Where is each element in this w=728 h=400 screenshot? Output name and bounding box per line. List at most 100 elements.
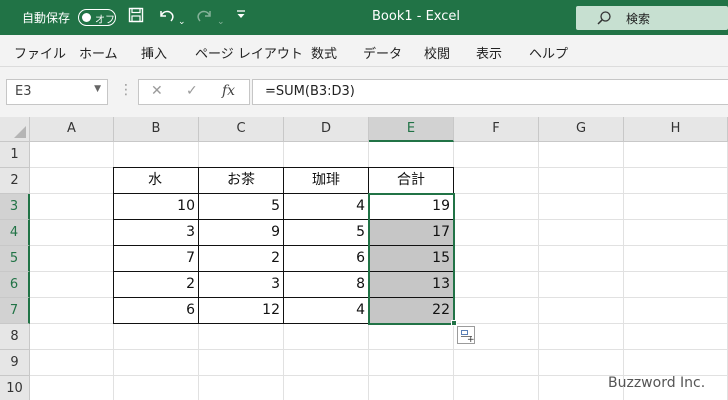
tab-formulas[interactable]: 数式	[311, 43, 337, 62]
cell-f7[interactable]	[454, 298, 539, 324]
tab-insert[interactable]: 挿入	[141, 43, 167, 62]
tab-view[interactable]: 表示	[476, 43, 502, 62]
cell-f9[interactable]	[454, 350, 539, 376]
cell-e10[interactable]	[369, 376, 454, 400]
cell-c10[interactable]	[199, 376, 284, 400]
cell-c9[interactable]	[199, 350, 284, 376]
column-header-a[interactable]: A	[30, 117, 114, 142]
row-header-3[interactable]: 3	[0, 194, 30, 220]
cell-g2[interactable]	[539, 168, 624, 194]
cell-d2[interactable]: 珈琲	[284, 168, 369, 194]
row-header-4[interactable]: 4	[0, 220, 30, 246]
cell-b7[interactable]: 6	[114, 298, 199, 324]
cell-g8[interactable]	[539, 324, 624, 350]
redo-icon[interactable]	[196, 7, 214, 28]
cell-a7[interactable]	[30, 298, 114, 324]
row-header-5[interactable]: 5	[0, 246, 30, 272]
cell-h2[interactable]	[624, 168, 728, 194]
cell-g3[interactable]	[539, 194, 624, 220]
cell-a2[interactable]	[30, 168, 114, 194]
cell-g5[interactable]	[539, 246, 624, 272]
column-header-g[interactable]: G	[539, 117, 624, 142]
cell-d7[interactable]: 4	[284, 298, 369, 324]
cell-b1[interactable]	[114, 142, 199, 168]
cell-f3[interactable]	[454, 194, 539, 220]
column-header-e[interactable]: E	[369, 117, 454, 142]
cell-f1[interactable]	[454, 142, 539, 168]
row-header-8[interactable]: 8	[0, 324, 30, 350]
cancel-icon[interactable]: ✕	[151, 83, 163, 99]
column-header-b[interactable]: B	[114, 117, 199, 142]
cell-d9[interactable]	[284, 350, 369, 376]
cell-f4[interactable]	[454, 220, 539, 246]
cell-a8[interactable]	[30, 324, 114, 350]
cell-b9[interactable]	[114, 350, 199, 376]
tab-help[interactable]: ヘルプ	[529, 43, 568, 62]
cell-e3[interactable]: 19	[369, 194, 454, 220]
column-header-f[interactable]: F	[454, 117, 539, 142]
cell-h5[interactable]	[624, 246, 728, 272]
cell-a4[interactable]	[30, 220, 114, 246]
cell-f6[interactable]	[454, 272, 539, 298]
cell-c2[interactable]: お茶	[199, 168, 284, 194]
cell-f2[interactable]	[454, 168, 539, 194]
name-box[interactable]: E3 ▼	[6, 79, 108, 105]
cell-e5[interactable]: 15	[369, 246, 454, 272]
select-all-button[interactable]	[0, 117, 30, 142]
cell-h4[interactable]	[624, 220, 728, 246]
chevron-down-icon[interactable]: ▼	[94, 84, 101, 94]
undo-icon[interactable]	[157, 7, 175, 28]
cell-c5[interactable]: 2	[199, 246, 284, 272]
autosave-toggle[interactable]: オフ	[78, 9, 116, 26]
cell-h7[interactable]	[624, 298, 728, 324]
cell-h6[interactable]	[624, 272, 728, 298]
cell-g9[interactable]	[539, 350, 624, 376]
cell-h1[interactable]	[624, 142, 728, 168]
cell-g6[interactable]	[539, 272, 624, 298]
enter-icon[interactable]: ✓	[186, 83, 198, 99]
cell-b3[interactable]: 10	[114, 194, 199, 220]
cell-a5[interactable]	[30, 246, 114, 272]
row-header-2[interactable]: 2	[0, 168, 30, 194]
cell-d4[interactable]: 5	[284, 220, 369, 246]
cell-d3[interactable]: 4	[284, 194, 369, 220]
cell-c7[interactable]: 12	[199, 298, 284, 324]
cell-g4[interactable]	[539, 220, 624, 246]
cell-e7[interactable]: 22	[369, 298, 454, 324]
row-header-10[interactable]: 10	[0, 376, 30, 400]
cell-b8[interactable]	[114, 324, 199, 350]
cell-f5[interactable]	[454, 246, 539, 272]
cell-d6[interactable]: 8	[284, 272, 369, 298]
cell-b5[interactable]: 7	[114, 246, 199, 272]
tab-file[interactable]: ファイル	[14, 43, 66, 62]
cell-h8[interactable]	[624, 324, 728, 350]
column-header-c[interactable]: C	[199, 117, 284, 142]
cell-g7[interactable]	[539, 298, 624, 324]
tab-data[interactable]: データ	[363, 43, 402, 62]
cell-d1[interactable]	[284, 142, 369, 168]
row-header-9[interactable]: 9	[0, 350, 30, 376]
cell-b2[interactable]: 水	[114, 168, 199, 194]
cell-e9[interactable]	[369, 350, 454, 376]
tab-review[interactable]: 校閲	[424, 43, 450, 62]
row-header-1[interactable]: 1	[0, 142, 30, 168]
cell-h3[interactable]	[624, 194, 728, 220]
cell-c3[interactable]: 5	[199, 194, 284, 220]
column-header-d[interactable]: D	[284, 117, 369, 142]
cell-c4[interactable]: 9	[199, 220, 284, 246]
redo-dropdown-icon[interactable]: ⌄	[217, 12, 225, 32]
cell-a3[interactable]	[30, 194, 114, 220]
undo-dropdown-icon[interactable]: ⌄	[178, 12, 186, 32]
cell-d5[interactable]: 6	[284, 246, 369, 272]
cell-e6[interactable]: 13	[369, 272, 454, 298]
cell-f10[interactable]	[454, 376, 539, 400]
row-header-6[interactable]: 6	[0, 272, 30, 298]
cell-a6[interactable]	[30, 272, 114, 298]
insert-function-button[interactable]: fx	[222, 83, 235, 99]
cell-c6[interactable]: 3	[199, 272, 284, 298]
cell-a9[interactable]	[30, 350, 114, 376]
cell-b10[interactable]	[114, 376, 199, 400]
cell-c8[interactable]	[199, 324, 284, 350]
search-box[interactable]: 検索	[576, 6, 728, 30]
cell-e2[interactable]: 合計	[369, 168, 454, 194]
